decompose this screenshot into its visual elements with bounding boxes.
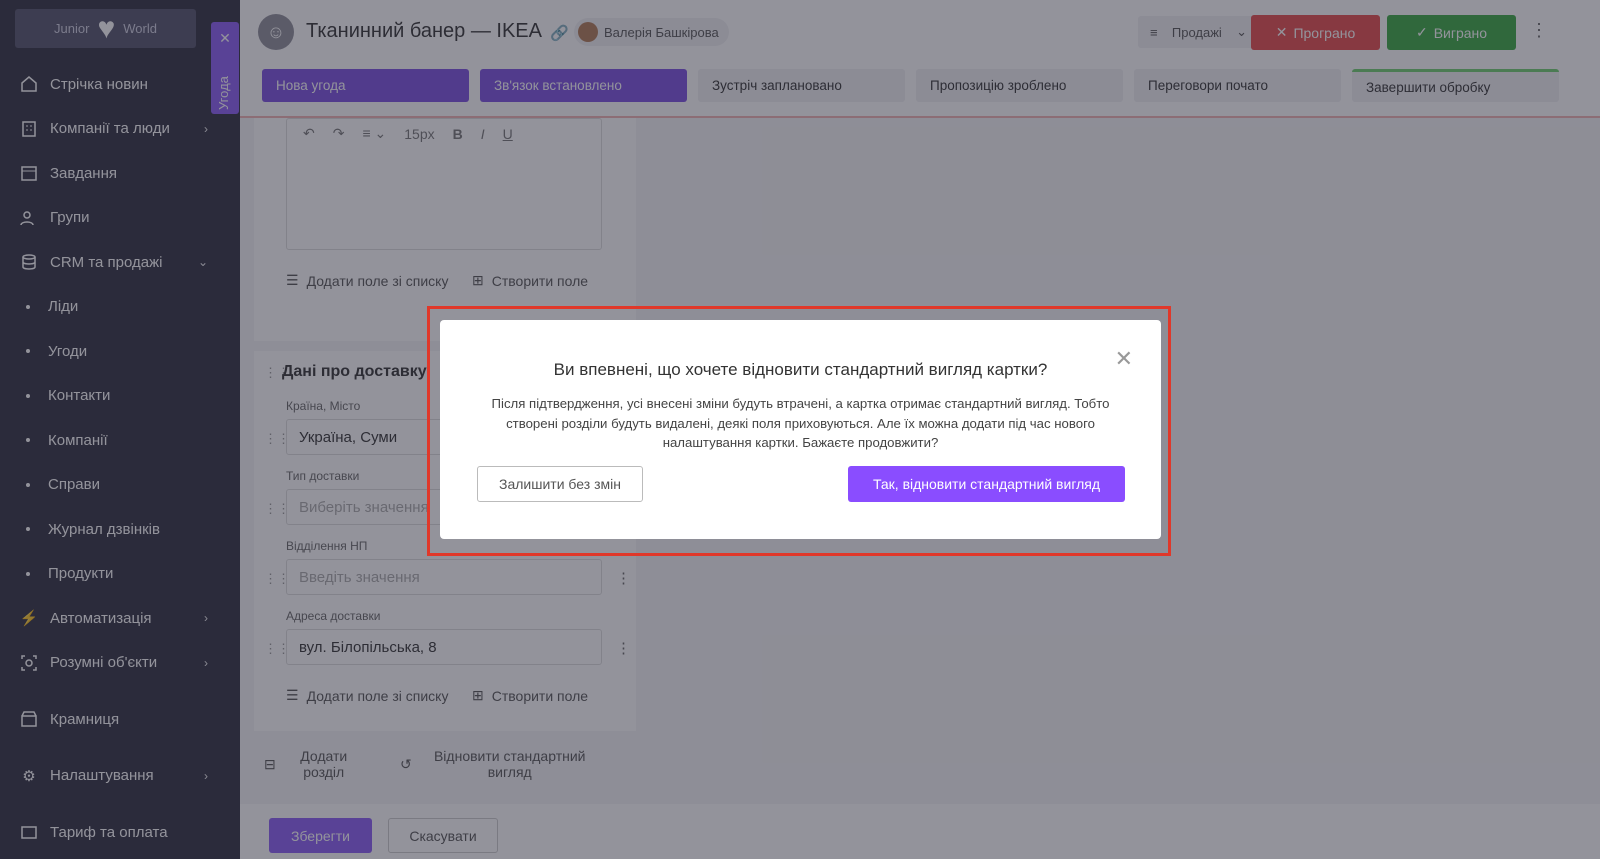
dialog-text: Після підтвердження, усі внесені зміни б… [491, 396, 1110, 450]
keep-unchanged-button[interactable]: Залишити без змін [477, 466, 643, 502]
dialog-title: Ви впевнені, що хочете відновити стандар… [553, 360, 1048, 379]
restore-confirm-dialog: ✕ Ви впевнені, що хочете відновити станд… [440, 320, 1161, 539]
confirm-restore-button[interactable]: Так, відновити стандартний вигляд [848, 466, 1125, 502]
